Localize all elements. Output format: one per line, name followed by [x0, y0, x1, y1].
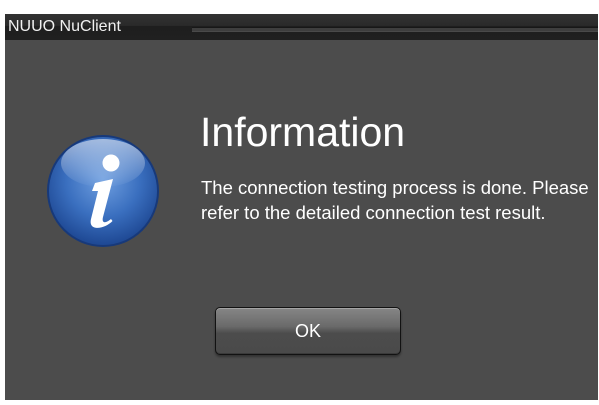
dialog-message: The connection testing process is done. … — [201, 177, 589, 223]
title-bar-divider — [192, 27, 598, 32]
ok-button[interactable]: OK — [215, 307, 401, 355]
title-bar[interactable]: NUUO NuClient — [5, 14, 598, 40]
dialog-window: NUUO NuClient Information The connection… — [5, 14, 598, 400]
window-title: NUUO NuClient — [8, 18, 121, 35]
info-icon — [47, 135, 159, 247]
dialog-heading: Information — [200, 109, 406, 155]
ok-button-label: OK — [294, 321, 321, 341]
